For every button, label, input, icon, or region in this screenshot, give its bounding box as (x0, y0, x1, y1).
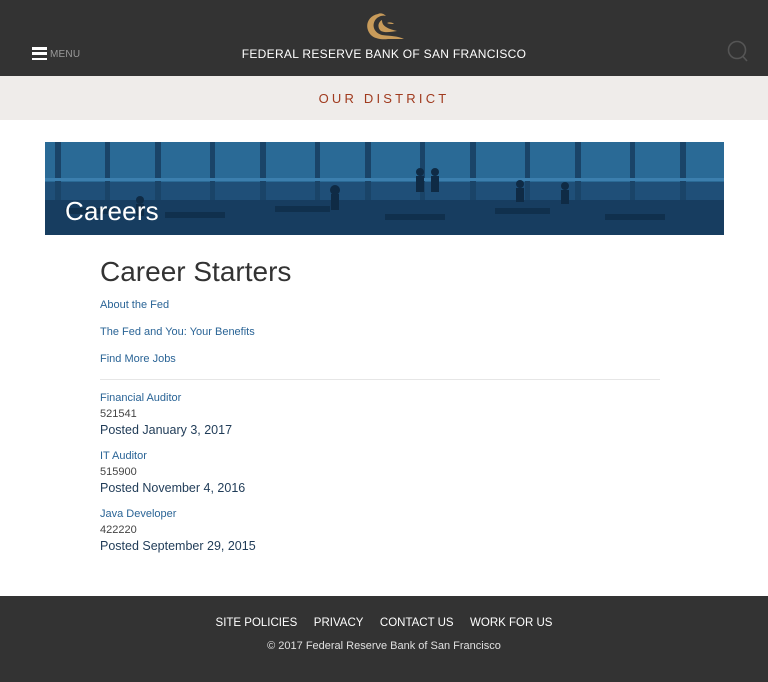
job-list: Financial Auditor 521541 Posted January … (100, 391, 660, 565)
page-title: Career Starters (100, 256, 292, 287)
site-policies-link[interactable]: SITE POLICIES (216, 617, 298, 629)
banner-title: Careers (65, 196, 159, 226)
job-title-link[interactable]: Financial Auditor (100, 391, 660, 405)
job-posted-date: Posted November 4, 2016 (100, 481, 246, 495)
careers-banner: Careers (45, 142, 724, 235)
career-links: About the Fed The Fed and You: Your Bene… (100, 298, 660, 379)
about-the-fed-link[interactable]: About the Fed (100, 298, 660, 325)
contact-us-link[interactable]: CONTACT US (380, 617, 454, 629)
site-footer: SITE POLICIES PRIVACY CONTACT US WORK FO… (0, 596, 768, 682)
job-title-link[interactable]: Java Developer (100, 507, 660, 521)
find-more-jobs-link[interactable]: Find More Jobs (100, 352, 660, 379)
privacy-link[interactable]: PRIVACY (314, 617, 364, 629)
district-nav: OUR DISTRICT (0, 76, 768, 120)
job-id: 521541 (100, 408, 137, 420)
search-icon[interactable] (726, 40, 748, 62)
job-id: 422220 (100, 524, 137, 536)
job-item: Financial Auditor 521541 Posted January … (100, 391, 660, 449)
copyright: © 2017 Federal Reserve Bank of San Franc… (267, 640, 501, 652)
main-content: Career Starters About the Fed The Fed an… (100, 254, 660, 565)
fed-and-you-benefits-link[interactable]: The Fed and You: Your Benefits (100, 325, 660, 352)
site-header: MENU FEDERAL RESERVE BANK OF SAN FRANCIS… (0, 0, 768, 76)
fed-logo[interactable] (360, 10, 408, 42)
bank-name[interactable]: FEDERAL RESERVE BANK OF SAN FRANCISCO (0, 47, 768, 61)
job-posted-date: Posted September 29, 2015 (100, 539, 256, 553)
job-item: IT Auditor 515900 Posted November 4, 201… (100, 449, 660, 507)
job-id: 515900 (100, 466, 137, 478)
job-posted-date: Posted January 3, 2017 (100, 423, 233, 437)
work-for-us-link[interactable]: WORK FOR US (470, 617, 552, 629)
our-district-link[interactable]: OUR DISTRICT (319, 91, 450, 106)
footer-links: SITE POLICIES PRIVACY CONTACT US WORK FO… (0, 613, 768, 631)
job-title-link[interactable]: IT Auditor (100, 449, 660, 463)
divider (100, 379, 660, 380)
job-item: Java Developer 422220 Posted September 2… (100, 507, 660, 565)
